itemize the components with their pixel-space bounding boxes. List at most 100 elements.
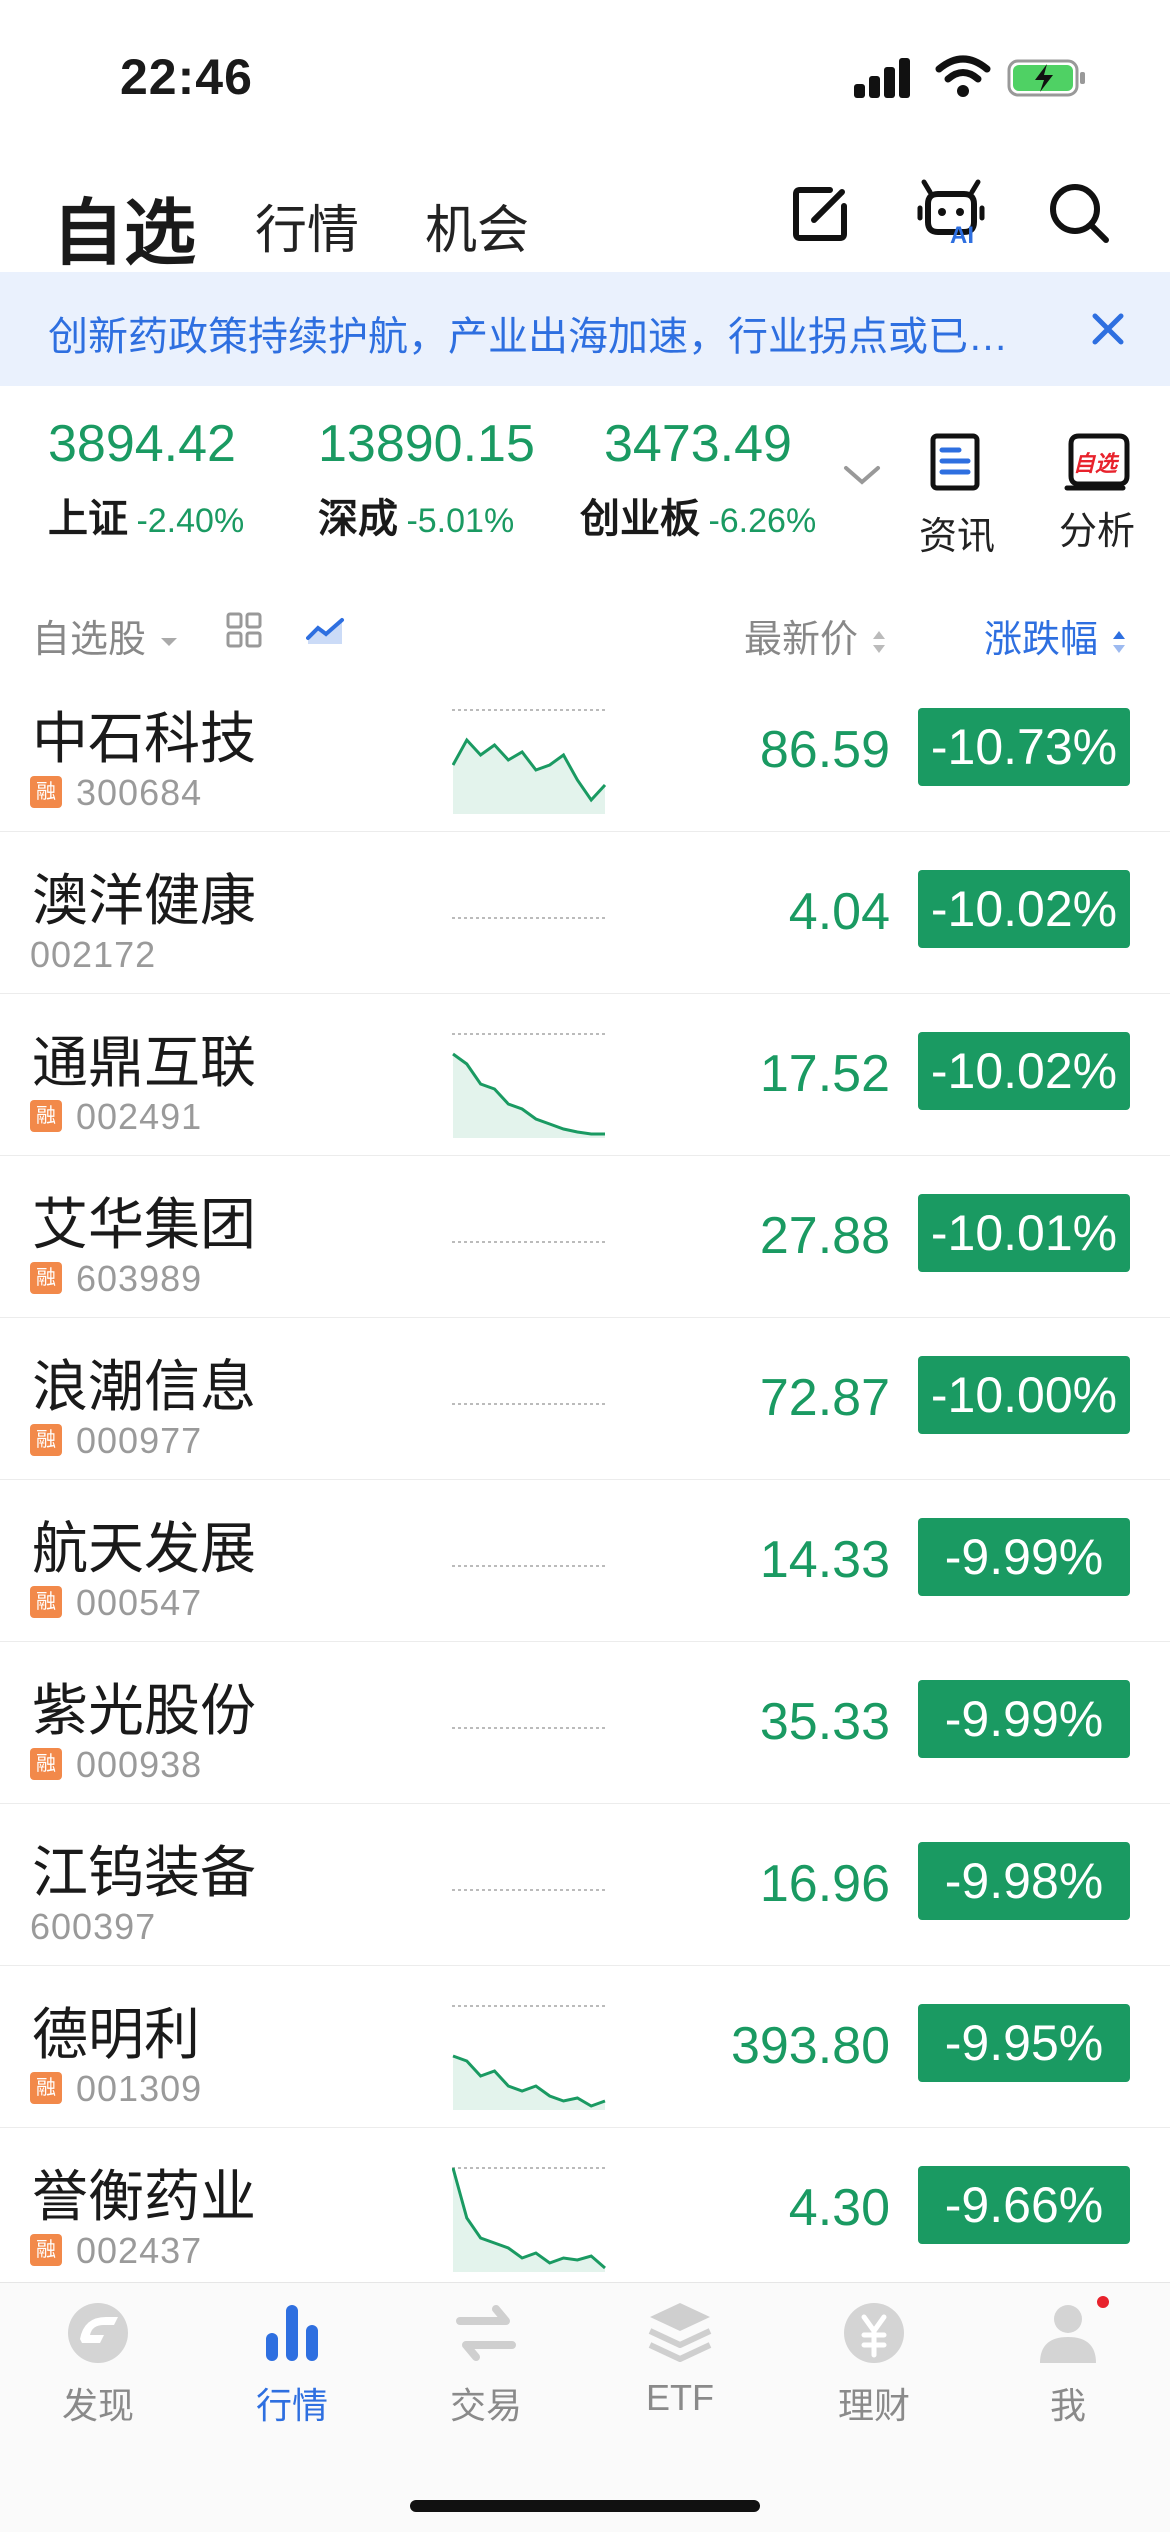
stock-price: 17.52 xyxy=(759,1045,890,1103)
banner-text: 创新药政策持续护航，产业出海加速，行业拐点或已… xyxy=(48,315,1008,359)
index-chinext[interactable]: 3473.49 创业板 -6.26% xyxy=(580,414,816,544)
stock-row[interactable]: 紫光股份融 000938 35.33 -9.99% xyxy=(0,1642,1170,1804)
status-bar: 22:46 xyxy=(0,0,1170,150)
stock-price: 393.80 xyxy=(730,2017,890,2075)
stock-row[interactable]: 江钨装备 600397 16.96 -9.98% xyxy=(0,1804,1170,1966)
change-percent-badge[interactable]: -10.01% xyxy=(918,1194,1130,1272)
change-percent-badge[interactable]: -9.95% xyxy=(918,2004,1130,2082)
watchlist-group-dropdown[interactable]: 自选股 xyxy=(32,608,181,663)
search-icon[interactable] xyxy=(1044,178,1114,248)
intraday-sparkline xyxy=(452,917,606,919)
nav-market[interactable]: 行情 xyxy=(212,2295,372,2429)
nav-profile[interactable]: 我 xyxy=(988,2293,1148,2429)
ai-badge: AI xyxy=(950,222,974,249)
index-change: -2.40% xyxy=(136,502,245,540)
index-shanghai[interactable]: 3894.42 上证 -2.40% xyxy=(48,414,244,544)
stock-row[interactable]: 航天发展融 000547 14.33 -9.99% xyxy=(0,1480,1170,1642)
discover-icon xyxy=(68,2303,128,2363)
stock-row[interactable]: 浪潮信息融 000977 72.87 -10.00% xyxy=(0,1318,1170,1480)
analysis-button[interactable]: 自选 分析 xyxy=(1042,430,1152,555)
intraday-sparkline xyxy=(452,2005,606,2110)
nav-etf[interactable]: ETF xyxy=(600,2295,760,2419)
change-percent-badge[interactable]: -10.02% xyxy=(918,1032,1130,1110)
change-percent-badge[interactable]: -9.66% xyxy=(918,2166,1130,2244)
market-indices: 3894.42 上证 -2.40% 13890.15 深成 -5.01% 347… xyxy=(0,400,1170,560)
intraday-sparkline xyxy=(452,1403,606,1405)
margin-trading-badge: 融 xyxy=(30,1100,62,1132)
stock-row[interactable]: 通鼎互联融 002491 17.52 -10.02% xyxy=(0,994,1170,1156)
stock-row[interactable]: 中石科技融 300684 86.59 -10.73% xyxy=(0,670,1170,832)
sort-change-button[interactable]: 涨跌幅 xyxy=(984,608,1129,663)
price-column-label: 最新价 xyxy=(744,619,859,661)
index-name: 深成 xyxy=(318,497,398,541)
stock-row[interactable]: 艾华集团融 603989 27.88 -10.01% xyxy=(0,1156,1170,1318)
index-name: 创业板 xyxy=(580,497,700,541)
trade-icon xyxy=(456,2305,516,2361)
stock-row[interactable]: 澳洋健康 002172 4.04 -10.02% xyxy=(0,832,1170,994)
etf-icon xyxy=(648,2303,712,2362)
nav-wealth[interactable]: 理财 xyxy=(794,2295,954,2429)
tab-opportunity[interactable]: 机会 xyxy=(425,188,529,263)
nav-trade[interactable]: 交易 xyxy=(406,2295,566,2429)
change-percent-badge[interactable]: -9.99% xyxy=(918,1680,1130,1758)
stock-row[interactable]: 誉衡药业融 002437 4.30 -9.66% xyxy=(0,2128,1170,2290)
caret-down-icon xyxy=(160,637,177,646)
sort-price-button[interactable]: 最新价 xyxy=(744,608,889,663)
stock-name: 澳洋健康 xyxy=(32,869,256,932)
stock-price: 14.33 xyxy=(759,1531,890,1589)
home-indicator xyxy=(410,2500,760,2512)
change-column-label: 涨跌幅 xyxy=(984,619,1099,661)
index-value: 3894.42 xyxy=(48,415,236,473)
news-icon xyxy=(930,433,980,491)
tab-watchlist[interactable]: 自选 xyxy=(52,174,196,279)
news-button[interactable]: 资讯 xyxy=(902,430,1012,560)
nav-label: 理财 xyxy=(837,2385,910,2426)
stock-name: 艾华集团 xyxy=(32,1193,256,1256)
intraday-sparkline xyxy=(452,709,606,814)
stock-code: 001309 xyxy=(76,2068,203,2109)
sort-active-icon xyxy=(1112,630,1125,653)
nav-discover[interactable]: 发现 xyxy=(18,2295,178,2429)
margin-trading-badge: 融 xyxy=(30,2234,62,2266)
news-banner[interactable]: 创新药政策持续护航，产业出海加速，行业拐点或已… xyxy=(0,272,1170,386)
margin-trading-badge: 融 xyxy=(30,1424,62,1456)
stock-price: 4.04 xyxy=(788,883,890,941)
change-percent-badge[interactable]: -10.73% xyxy=(918,708,1130,786)
margin-trading-badge: 融 xyxy=(30,1262,62,1294)
margin-trading-badge: 融 xyxy=(30,1748,62,1780)
grid-view-icon[interactable] xyxy=(226,612,262,648)
change-percent-badge[interactable]: -10.02% xyxy=(918,870,1130,948)
index-name: 上证 xyxy=(48,497,128,541)
stock-name: 江钨装备 xyxy=(32,1841,256,1904)
change-percent-badge[interactable]: -9.99% xyxy=(918,1518,1130,1596)
stock-name: 誉衡药业 xyxy=(32,2165,256,2228)
index-shenzhen[interactable]: 13890.15 深成 -5.01% xyxy=(318,414,535,544)
chevron-down-icon[interactable] xyxy=(840,460,884,490)
stock-name: 德明利 xyxy=(32,2003,200,2066)
analysis-badge: 自选 xyxy=(1073,451,1118,476)
stock-row[interactable]: 德明利融 001309 393.80 -9.95% xyxy=(0,1966,1170,2128)
stock-name: 航天发展 xyxy=(32,1517,256,1580)
close-icon[interactable] xyxy=(1075,296,1141,362)
stock-price: 4.30 xyxy=(788,2179,890,2237)
wealth-icon xyxy=(844,2303,904,2363)
index-change: -5.01% xyxy=(406,502,515,540)
margin-trading-badge: 融 xyxy=(30,1586,62,1618)
intraday-sparkline xyxy=(452,2167,606,2272)
intraday-sparkline xyxy=(452,1889,606,1891)
change-percent-badge[interactable]: -10.00% xyxy=(918,1356,1130,1434)
intraday-sparkline xyxy=(452,1033,606,1138)
cellular-signal-icon xyxy=(854,58,912,98)
index-value: 13890.15 xyxy=(318,415,535,473)
ai-robot-icon[interactable]: AI xyxy=(916,178,986,249)
stock-code: 600397 xyxy=(30,1906,157,1947)
nav-label: 交易 xyxy=(449,2385,522,2426)
stock-name: 中石科技 xyxy=(32,707,256,770)
edit-icon[interactable] xyxy=(786,178,856,248)
chart-view-icon[interactable] xyxy=(306,612,346,648)
tab-market[interactable]: 行情 xyxy=(255,188,359,263)
stock-code: 000977 xyxy=(76,1420,203,1461)
change-percent-badge[interactable]: -9.98% xyxy=(918,1842,1130,1920)
nav-label: 发现 xyxy=(61,2385,134,2426)
wifi-icon xyxy=(935,55,991,97)
